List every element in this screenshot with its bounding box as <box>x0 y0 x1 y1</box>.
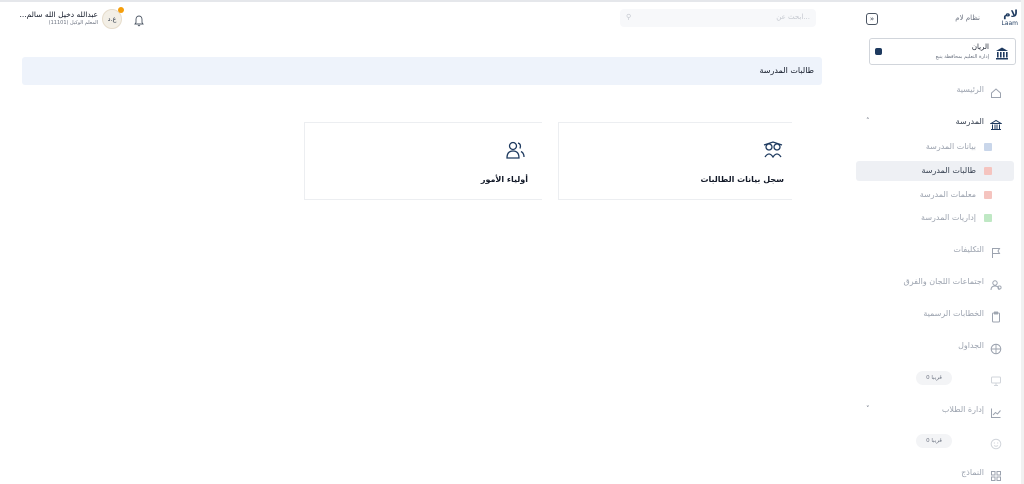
sidebar-item-letters[interactable]: الخطابات الرسمية <box>856 304 1024 324</box>
logo-text: لام <box>1003 9 1018 20</box>
bullet-icon <box>984 191 992 199</box>
status-badge <box>118 7 124 13</box>
school-icon <box>989 116 1003 130</box>
chevron-down-icon[interactable]: ˅ <box>866 405 870 413</box>
switch-org-icon[interactable] <box>875 48 882 55</box>
sidebar-subitem-school-students[interactable]: طالبات المدرسة <box>856 161 1014 181</box>
apps-icon <box>990 467 1002 481</box>
app-logo[interactable]: لام Laam <box>984 10 1018 30</box>
sidebar-item-label: التكليفات <box>953 245 984 254</box>
top-border <box>0 0 1024 2</box>
sidebar-item-forms[interactable]: النماذج <box>856 463 1024 483</box>
collapse-sidebar-button[interactable]: » <box>866 13 878 25</box>
search-placeholder: ابحث عن... <box>776 13 810 21</box>
users-meeting-icon <box>990 276 1002 291</box>
chevron-up-icon[interactable]: ˄ <box>866 117 870 125</box>
sidebar-item-home[interactable]: الرئيسية <box>856 80 1024 100</box>
sidebar-subitem-school-data[interactable]: بيانات المدرسة <box>856 137 1024 157</box>
sidebar-subitem-label: بيانات المدرسة <box>925 142 976 151</box>
sidebar-item-school[interactable]: المدرسة ˄ <box>856 112 1024 132</box>
parents-label: أولياء الأمور <box>480 175 528 184</box>
parents-icon <box>504 139 526 161</box>
chart-icon <box>990 404 1002 418</box>
sidebar-subitem-label: معلمات المدرسة <box>919 190 976 199</box>
sidebar-item-coming-soon-2[interactable]: 0 قريبا <box>856 431 1024 451</box>
sidebar-item-students-management[interactable]: إدارة الطلاب ˅ <box>856 400 1024 420</box>
sidebar-subitem-school-teachers[interactable]: معلمات المدرسة <box>856 185 1024 205</box>
flag-icon <box>990 244 1002 258</box>
sidebar-item-label: الخطابات الرسمية <box>923 309 984 318</box>
sidebar-item-label: الجداول <box>958 341 984 350</box>
search-input[interactable]: ابحث عن... ⚲ <box>620 9 816 27</box>
organization-subtitle: إدارة التعليم بمحافظة ينبع <box>935 54 989 60</box>
monitor-icon <box>990 372 1002 386</box>
system-name: نظام لام <box>955 14 980 22</box>
sidebar-item-label: المدرسة <box>955 117 984 126</box>
logo-latin: Laam <box>1001 20 1018 27</box>
clipboard-icon <box>990 308 1002 323</box>
search-icon: ⚲ <box>626 13 632 21</box>
parents-card[interactable]: أولياء الأمور <box>304 122 542 200</box>
students-record-card[interactable]: سجل بيانات الطالبات <box>558 122 792 200</box>
organization-card[interactable]: الريان إدارة التعليم بمحافظة ينبع <box>869 38 1016 65</box>
coming-soon-badge: 0 قريبا <box>916 434 952 448</box>
user-name[interactable]: عبدالله دخيل الله سالم... <box>20 10 99 19</box>
students-record-icon <box>762 139 784 161</box>
sidebar-item-label: الرئيسية <box>956 85 984 94</box>
sidebar-item-label: النماذج <box>961 468 984 477</box>
user-role: المعلم الوكيل (11101) <box>48 20 98 26</box>
page-title: طالبات المدرسة <box>759 66 814 75</box>
coming-soon-badge: 0 قريبا <box>916 371 952 385</box>
smile-icon <box>990 435 1002 450</box>
bell-icon[interactable] <box>134 12 144 27</box>
organization-name: الريان <box>971 43 989 51</box>
sidebar-item-label: اجتماعات اللجان والفرق <box>903 277 984 286</box>
grid-globe-icon <box>990 340 1002 355</box>
sidebar-item-assignments[interactable]: التكليفات <box>856 240 1024 260</box>
sidebar-item-label: إدارة الطلاب <box>941 405 984 414</box>
sidebar-subitem-label: طالبات المدرسة <box>921 166 976 175</box>
students-record-label: سجل بيانات الطالبات <box>700 175 784 184</box>
bullet-icon <box>984 214 992 222</box>
sidebar-subitem-school-admins[interactable]: إداريات المدرسة <box>856 208 1024 228</box>
sidebar-item-schedules[interactable]: الجداول <box>856 336 1024 356</box>
page-title-bar: طالبات المدرسة <box>22 57 822 85</box>
bullet-icon <box>984 143 992 151</box>
building-icon <box>995 45 1009 60</box>
sidebar-item-coming-soon-1[interactable]: 0 قريبا <box>856 368 1024 388</box>
sidebar-item-meetings[interactable]: اجتماعات اللجان والفرق <box>856 272 1024 292</box>
sidebar-subitem-label: إداريات المدرسة <box>921 213 976 222</box>
home-icon <box>990 84 1002 98</box>
bullet-icon <box>984 167 992 175</box>
